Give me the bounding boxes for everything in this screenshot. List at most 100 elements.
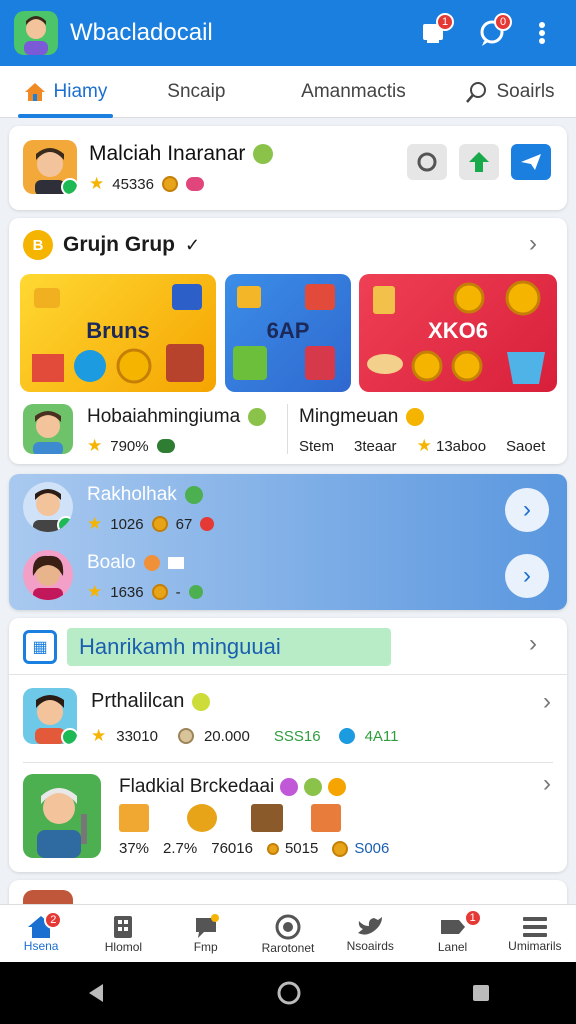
stat-col-with-star: ★ 13aboo <box>417 436 486 456</box>
nav-label: Fmp <box>193 939 218 954</box>
tile-label: Bruns <box>86 318 150 343</box>
emoji-icon <box>280 778 299 796</box>
nav-fmp[interactable]: Fmp <box>165 905 247 962</box>
verified-icon: ✓ <box>185 234 201 255</box>
item-value: S006 <box>354 840 390 857</box>
row-name: Boalo <box>87 552 136 573</box>
tile-bruns[interactable]: Bruns <box>20 274 216 392</box>
star-icon: ★ <box>87 436 103 455</box>
app-logo[interactable] <box>14 11 58 55</box>
star-icon: ★ <box>91 726 107 745</box>
mail-icon <box>167 557 184 569</box>
home-circle-icon[interactable] <box>276 980 302 1006</box>
row-value: 1636 <box>110 583 144 601</box>
notification-badge: 1 <box>436 13 454 31</box>
emoji-icon <box>328 778 347 796</box>
section-header[interactable]: ▦ Hanrikamh minguuai › <box>23 626 553 668</box>
back-icon[interactable] <box>85 982 107 1004</box>
more-menu-button[interactable] <box>522 13 562 53</box>
tile-xkob[interactable]: XKO6 <box>359 274 557 392</box>
smile-icon <box>406 408 425 426</box>
star-icon: ★ <box>416 436 432 455</box>
tab-label: Amanmactis <box>301 80 406 102</box>
panel-row-2[interactable]: Boalo ★ 1636 - › <box>9 542 567 610</box>
chat-button[interactable]: 0 <box>472 13 512 53</box>
item-value: 20.000 <box>203 727 250 745</box>
row-name-line: Rakholhak <box>87 484 203 506</box>
nav-label: Nsoairds <box>346 938 394 953</box>
item-value: 76016 <box>211 840 253 857</box>
open-row-button[interactable]: › <box>505 488 549 532</box>
item-value: 37% <box>119 840 150 857</box>
coin-icon <box>161 176 178 192</box>
profile-card[interactable]: Malciah Inaranar ★ 45336 <box>9 126 567 210</box>
emoji-icon <box>304 778 323 796</box>
status-button[interactable] <box>407 144 447 180</box>
tab-animations[interactable]: Amanmactis <box>262 66 445 118</box>
member-stats: ★ 790% <box>87 436 175 456</box>
coin-icon <box>151 584 168 600</box>
send-button[interactable] <box>511 144 551 180</box>
tab-bar: Hiamy Sncaip Amanmactis Soairls <box>0 66 576 118</box>
tab-home[interactable]: Hiamy <box>0 66 131 118</box>
row-stats: ★ 1636 - <box>87 582 203 602</box>
record-icon <box>275 914 301 939</box>
nav-lanel[interactable]: 1 Lanel <box>411 905 493 962</box>
online-indicator <box>61 728 77 744</box>
tab-search[interactable]: Soairls <box>445 66 576 118</box>
row-stats: ★ 1026 67 <box>87 514 215 534</box>
chevron-right-icon: › <box>523 562 531 589</box>
profile-name: Malciah Inaranar <box>89 142 246 165</box>
more-vertical-icon <box>539 22 545 44</box>
nav-search[interactable]: Nsoairds <box>329 905 411 962</box>
bottom-nav: 2 Hsena Hlomol Fmp Rarotonet Nsoairds 1 … <box>0 904 576 962</box>
chat-bubble-icon <box>195 913 219 938</box>
arrow-up-icon <box>469 152 489 172</box>
smile-icon <box>253 144 274 164</box>
star-icon: ★ <box>87 582 103 601</box>
item-value: 2.7% <box>163 840 198 857</box>
item-name: Prthalilcan <box>91 690 185 712</box>
calculator-icon: ▦ <box>23 630 57 664</box>
upgrade-button[interactable] <box>459 144 499 180</box>
recents-icon[interactable] <box>471 983 491 1003</box>
profile-stats: ★ 45336 <box>89 174 204 194</box>
coin-icon <box>177 728 194 744</box>
home-icon <box>24 82 45 101</box>
tab-snap[interactable]: Sncaip <box>131 66 262 118</box>
open-row-button[interactable]: › <box>505 554 549 598</box>
member-avatar[interactable] <box>23 404 73 454</box>
section-item-2[interactable]: Fladkial Brckedaai 37% 2.7% 76016 5015 S… <box>9 766 567 866</box>
panel-row-1[interactable]: Rakholhak ★ 1026 67 › <box>9 474 567 542</box>
stat-col: Saoet <box>506 437 546 455</box>
nav-label: Lanel <box>437 939 468 954</box>
divider <box>287 404 288 454</box>
item-value: 4A11 <box>364 727 399 745</box>
nav-label: Hsena <box>23 938 59 953</box>
circle-icon <box>417 152 437 172</box>
dash: - <box>175 583 181 601</box>
nav-rarotonet[interactable]: Rarotonet <box>247 905 329 962</box>
item-avatar <box>23 688 77 744</box>
row-name-line: Boalo <box>87 552 184 574</box>
nav-hlomol[interactable]: Hlomol <box>82 905 164 962</box>
building-icon <box>114 915 133 938</box>
group-title: Grujn Grup <box>63 233 175 256</box>
highlight-panel: Rakholhak ★ 1026 67 › Boalo ★ 1636 - › <box>9 474 567 610</box>
tile-label: XKO6 <box>428 318 488 343</box>
tile-gap[interactable]: 6AP <box>225 274 351 392</box>
divider <box>23 762 553 763</box>
notifications-button[interactable]: 1 <box>414 13 454 53</box>
right-stats: Stem 3teaar ★ 13aboo Saoet <box>299 436 545 456</box>
item-stats: ★ 33010 20.000 SSS16 4A11 <box>91 726 398 746</box>
send-icon <box>521 154 541 170</box>
nav-home[interactable]: 2 Hsena <box>0 905 82 962</box>
nav-more[interactable]: Umimarils <box>494 905 576 962</box>
section-item-1[interactable]: Prthalilcan ★ 33010 20.000 SSS16 4A11 › <box>9 678 567 762</box>
group-header[interactable]: B Grujn Grup ✓ › <box>23 230 553 260</box>
smile-icon <box>192 692 211 711</box>
tab-label: Hiamy <box>53 80 108 102</box>
item-value: 33010 <box>116 727 158 745</box>
tab-label: Soairls <box>496 80 555 102</box>
search-icon <box>466 81 487 103</box>
